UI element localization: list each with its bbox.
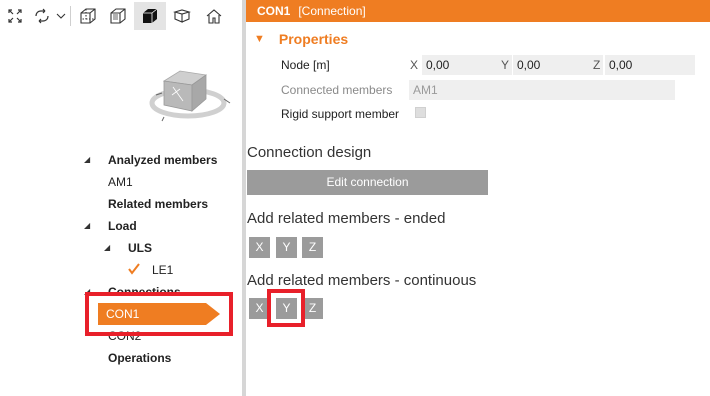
ended-z-button[interactable]: Z [302, 237, 323, 258]
shaded-cube-icon[interactable] [104, 2, 132, 30]
tree-item-am1[interactable]: AM1 [108, 172, 133, 192]
node-x-input[interactable]: 0,00 [422, 55, 512, 75]
z-label: Z [593, 58, 601, 72]
title-name: CON1 [257, 4, 291, 18]
properties-panel: CON1 [Connection] ▼ Properties Node [m] … [246, 0, 710, 396]
x-label: X [410, 58, 419, 72]
rigid-support-label: Rigid support member [281, 107, 400, 121]
node-z-input[interactable]: 0,00 [605, 55, 695, 75]
connected-members-field: AM1 [409, 80, 675, 100]
tree-related-members[interactable]: Related members [108, 194, 208, 214]
rigid-support-checkbox[interactable] [415, 107, 426, 118]
continuous-heading: Add related members - continuous [247, 272, 477, 289]
check-icon[interactable] [128, 263, 140, 275]
tree-operations[interactable]: Operations [108, 348, 171, 368]
y-label: Y [501, 58, 510, 72]
tree-analyzed-members[interactable]: Analyzed members [108, 150, 217, 170]
tree-uls[interactable]: ULS [128, 238, 152, 258]
continuous-z-button[interactable]: Z [302, 298, 323, 319]
node-label: Node [m] [281, 58, 330, 72]
node-y-input[interactable]: 0,00 [513, 55, 603, 75]
highlight-box-con1 [85, 292, 233, 336]
panel-titlebar: CON1 [Connection] [246, 0, 710, 22]
ended-heading: Add related members - ended [247, 210, 446, 227]
dropdown-chevron-icon[interactable] [54, 2, 68, 30]
connection-design-heading: Connection design [247, 144, 372, 161]
properties-section-header[interactable]: ▼ Properties [254, 30, 348, 48]
collapse-caret-icon[interactable]: ◢ [104, 243, 110, 252]
home-icon[interactable] [200, 2, 228, 30]
fit-view-icon[interactable] [2, 2, 28, 30]
edit-connection-button[interactable]: Edit connection [247, 170, 488, 195]
solid-cube-icon[interactable] [134, 2, 166, 30]
navigation-cube[interactable] [144, 55, 236, 127]
collapse-caret-icon[interactable]: ◢ [84, 155, 90, 164]
tree-item-le1[interactable]: LE1 [152, 260, 173, 280]
wireframe-cube-icon[interactable] [74, 2, 102, 30]
properties-title: Properties [278, 31, 349, 47]
expand-arrow-icon[interactable]: ▼ [254, 33, 265, 45]
rotate-view-icon[interactable] [30, 2, 54, 30]
connected-members-label: Connected members [281, 83, 393, 97]
ended-x-button[interactable]: X [249, 237, 270, 258]
left-panel: ◢ Analyzed members AM1 Related members ◢… [0, 0, 242, 396]
tree-load[interactable]: Load [108, 216, 137, 236]
title-type: [Connection] [298, 4, 366, 18]
ended-y-button[interactable]: Y [276, 237, 297, 258]
section-view-icon[interactable] [168, 2, 196, 30]
view-toolbar [0, 0, 242, 32]
toolbar-separator [70, 6, 71, 26]
collapse-caret-icon[interactable]: ◢ [84, 221, 90, 230]
highlight-box-y-button [267, 289, 305, 327]
